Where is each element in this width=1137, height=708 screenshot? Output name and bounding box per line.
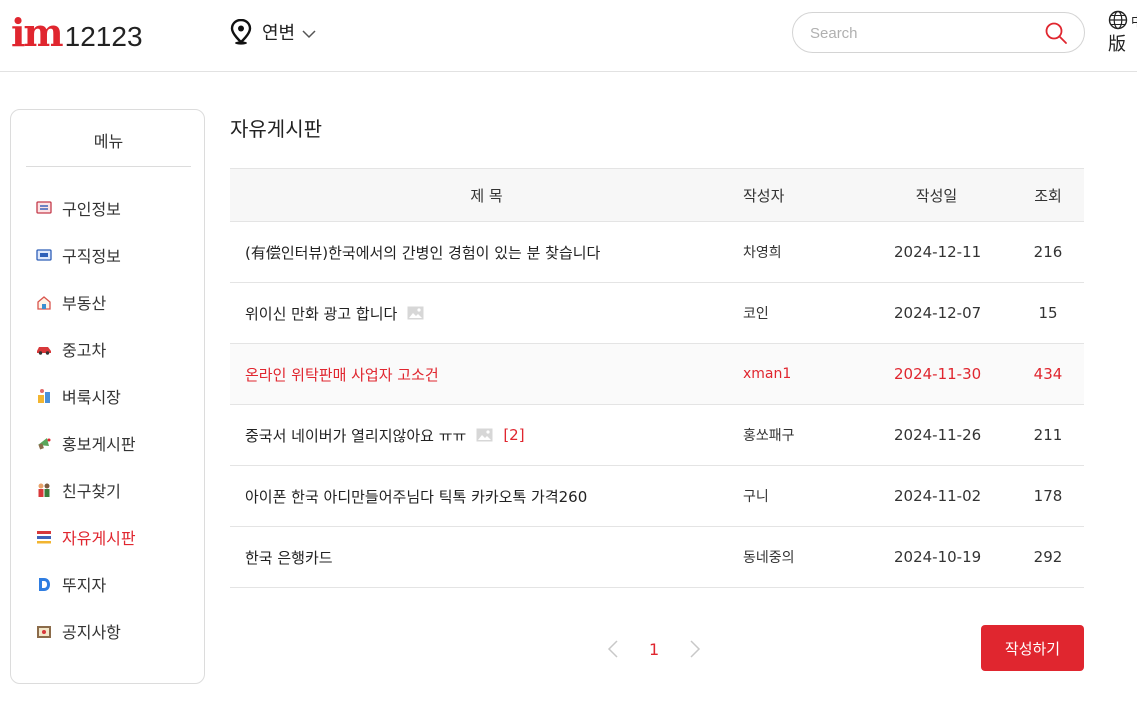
- sidebar-item-notice[interactable]: 공지사항: [36, 618, 196, 644]
- language-label: 版: [1108, 34, 1126, 55]
- table-row[interactable]: 한국 은행카드 동네중의 2024-10-19 292: [230, 527, 1084, 588]
- post-author: 코인: [743, 306, 769, 322]
- flea-market-icon: [36, 388, 52, 404]
- logo-number: 12123: [64, 21, 143, 52]
- image-attachment-icon: [476, 428, 493, 442]
- post-title[interactable]: (有偿인터뷰)한국에서의 간병인 경험이 있는 분 찾습니다: [245, 222, 600, 282]
- d-letter-icon: [36, 576, 52, 592]
- post-views: 15: [1038, 304, 1058, 322]
- sidebar-item-label: 벼룩시장: [62, 388, 121, 407]
- house-icon: [36, 294, 52, 310]
- column-author: 작성자: [743, 186, 785, 205]
- image-attachment-icon: [407, 306, 424, 320]
- sidebar-item-free-board[interactable]: 자유게시판: [36, 524, 196, 550]
- table-row[interactable]: (有偿인터뷰)한국에서의 간병인 경험이 있는 분 찾습니다 차영희 2024-…: [230, 222, 1084, 283]
- post-views: 434: [1033, 365, 1063, 383]
- chevron-left-icon[interactable]: [605, 639, 621, 659]
- sidebar-title: 메뉴: [93, 132, 124, 151]
- job-seeking-icon: [36, 247, 52, 263]
- sidebar-item-label: 친구찾기: [62, 482, 121, 501]
- sidebar-item-job-seeking[interactable]: 구직정보: [36, 242, 196, 268]
- sidebar-item-label: 공지사항: [62, 623, 121, 642]
- post-title-text: 중국서 네이버가 열리지않아요 ㅠㅠ: [245, 426, 467, 445]
- post-table: 제 목 작성자 작성일 조회 (有偿인터뷰)한국에서의 간병인 경험이 있는 분…: [230, 168, 1084, 588]
- sidebar-item-label: 구직정보: [62, 247, 121, 266]
- logo-im: im: [11, 10, 64, 55]
- page-number-current[interactable]: 1: [649, 640, 659, 659]
- sidebar-item-promotion-board[interactable]: 홍보게시판: [36, 430, 196, 456]
- sidebar-item-label: 뚜지자: [62, 576, 107, 595]
- post-author: 동네중의: [743, 550, 795, 566]
- sidebar-item-real-estate[interactable]: 부동산: [36, 289, 196, 315]
- post-author: xman1: [743, 366, 792, 382]
- sidebar-item-flea-market[interactable]: 벼룩시장: [36, 383, 196, 409]
- post-date: 2024-11-02: [894, 487, 982, 505]
- post-title-text: 위이신 만화 광고 합니다: [245, 304, 398, 323]
- post-views: 178: [1033, 487, 1063, 505]
- write-post-button[interactable]: 작성하기: [981, 625, 1084, 671]
- column-date: 작성일: [915, 186, 958, 205]
- chevron-down-icon: [302, 29, 316, 38]
- table-row[interactable]: 온라인 위탁판매 사업자 고소건 xman1 2024-11-30 434: [230, 344, 1084, 405]
- post-date: 2024-11-30: [894, 365, 982, 383]
- sidebar-item-label: 부동산: [62, 294, 107, 313]
- sidebar-item-job-posting[interactable]: 구인정보: [36, 195, 196, 221]
- language-switcher[interactable]: 中 版: [1108, 8, 1137, 60]
- sidebar-menu: 메뉴 구인정보 구직정보 부동산 중고차 벼룩시장 홍보게시판 친구찾기 자유게…: [10, 109, 205, 684]
- post-title[interactable]: 위이신 만화 광고 합니다: [245, 283, 424, 343]
- search-box: [792, 12, 1085, 53]
- post-author: 홍쏘패구: [743, 428, 795, 444]
- post-date: 2024-11-26: [894, 426, 982, 444]
- table-row[interactable]: 아이폰 한국 아디만들어주님다 틱톡 카카오톡 가격260 구니 2024-11…: [230, 466, 1084, 527]
- post-title-text: 온라인 위탁판매 사업자 고소건: [245, 365, 439, 384]
- board-icon: [36, 529, 52, 545]
- location-label: 연변: [262, 23, 296, 44]
- column-title: 제 목: [470, 186, 503, 205]
- post-views: 216: [1033, 243, 1063, 261]
- sidebar-item-label: 자유게시판: [62, 529, 136, 548]
- post-title-text: 아이폰 한국 아디만들어주님다 틱톡 카카오톡 가격260: [245, 487, 588, 506]
- post-views: 211: [1033, 426, 1063, 444]
- page-title: 자유게시판: [230, 117, 322, 141]
- post-title[interactable]: 한국 은행카드: [245, 527, 333, 587]
- post-date: 2024-12-11: [894, 243, 982, 261]
- site-logo[interactable]: im 12123: [11, 14, 143, 54]
- location-selector[interactable]: 연변: [230, 17, 316, 47]
- notice-icon: [36, 623, 52, 639]
- sidebar-item-label: 중고차: [62, 341, 107, 360]
- post-author: 구니: [743, 489, 769, 505]
- column-views: 조회: [1034, 186, 1062, 205]
- post-title[interactable]: 온라인 위탁판매 사업자 고소건: [245, 344, 439, 404]
- comment-count: [2]: [503, 426, 525, 444]
- sidebar-item-find-friends[interactable]: 친구찾기: [36, 477, 196, 503]
- sidebar-divider: [26, 166, 191, 167]
- location-pin-icon: [230, 19, 252, 45]
- post-date: 2024-12-07: [894, 304, 982, 322]
- post-title-text: 한국 은행카드: [245, 548, 333, 567]
- sidebar-item-label: 구인정보: [62, 200, 121, 219]
- car-icon: [36, 341, 52, 357]
- sidebar-item-ddujija[interactable]: 뚜지자: [36, 571, 196, 597]
- post-title[interactable]: 중국서 네이버가 열리지않아요 ㅠㅠ [2]: [245, 405, 525, 465]
- post-title[interactable]: 아이폰 한국 아디만들어주님다 틱톡 카카오톡 가격260: [245, 466, 587, 526]
- pagination: 1: [605, 636, 703, 662]
- table-row[interactable]: 위이신 만화 광고 합니다 코인 2024-12-07 15: [230, 283, 1084, 344]
- language-label-partial: 中: [1131, 11, 1137, 30]
- friends-icon: [36, 482, 52, 498]
- megaphone-icon: [36, 435, 52, 451]
- table-header: 제 목 작성자 작성일 조회: [230, 169, 1084, 222]
- post-title-text: (有偿인터뷰)한국에서의 간병인 경험이 있는 분 찾습니다: [245, 243, 601, 262]
- job-posting-icon: [36, 200, 52, 216]
- chevron-right-icon[interactable]: [687, 639, 703, 659]
- post-date: 2024-10-19: [894, 548, 982, 566]
- sidebar-item-label: 홍보게시판: [62, 435, 136, 454]
- globe-icon: [1108, 10, 1128, 30]
- search-input[interactable]: [810, 22, 1020, 44]
- site-header: im 12123 연변 中 版: [0, 0, 1137, 72]
- sidebar-item-used-car[interactable]: 중고차: [36, 336, 196, 362]
- table-row[interactable]: 중국서 네이버가 열리지않아요 ㅠㅠ [2] 홍쏘패구 2024-11-26 2…: [230, 405, 1084, 466]
- search-icon[interactable]: [1044, 21, 1068, 45]
- post-views: 292: [1033, 548, 1063, 566]
- post-author: 차영희: [743, 245, 782, 261]
